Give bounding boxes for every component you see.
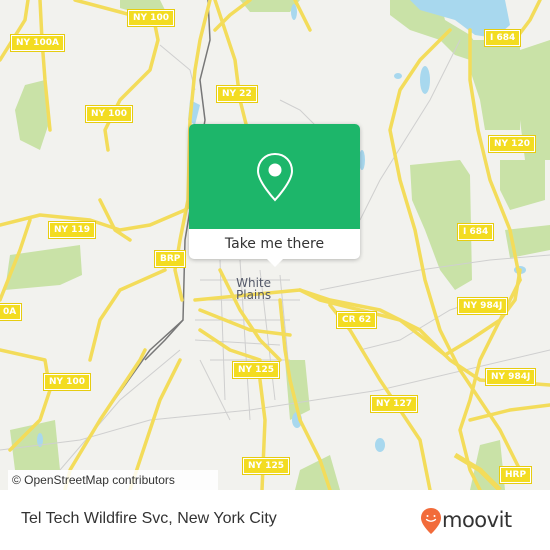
moovit-wordmark: moovit — [442, 508, 512, 532]
road-shield: NY 100 — [85, 105, 133, 123]
road-shield: HRP — [498, 466, 533, 484]
road-shield: I 684 — [456, 223, 495, 241]
map-pin-icon — [256, 152, 294, 202]
road-shield: 0A — [0, 303, 23, 321]
location-title: Tel Tech Wildfire Svc, New York City — [21, 510, 277, 527]
road-shield: NY 984J — [484, 368, 537, 386]
road-shield: NY 22 — [216, 85, 258, 103]
road-shield: BRP — [153, 250, 187, 268]
road-shield: NY 127 — [370, 395, 418, 413]
place-label-white-plains: White Plains — [236, 277, 271, 301]
popup-pointer — [267, 259, 283, 267]
popup-header — [189, 124, 360, 229]
road-shield: NY 984J — [456, 297, 509, 315]
road-shield: CR 62 — [335, 311, 378, 329]
road-shield: NY 119 — [48, 221, 96, 239]
road-shield: NY 120 — [488, 135, 536, 153]
directions-popup: Take me there — [189, 124, 360, 267]
road-shield: NY 100A — [10, 34, 65, 52]
road-shield: I 684 — [483, 29, 522, 47]
moovit-pin-icon — [421, 508, 441, 534]
place-label-line2: Plains — [236, 288, 272, 302]
map[interactable]: White Plains NY 100A NY 100 NY 22 NY 100… — [0, 0, 550, 490]
road-shield: NY 100 — [43, 373, 91, 391]
take-me-there-button[interactable]: Take me there — [189, 229, 360, 259]
map-attribution[interactable]: © OpenStreetMap contributors — [8, 470, 218, 490]
road-shield: NY 125 — [232, 361, 280, 379]
road-shield: NY 100 — [127, 9, 175, 27]
road-shield: NY 125 — [242, 457, 290, 475]
